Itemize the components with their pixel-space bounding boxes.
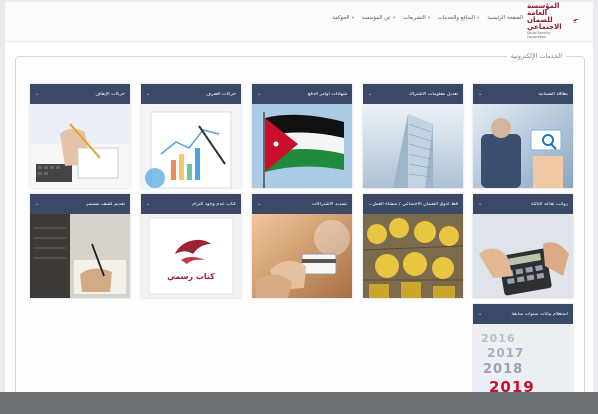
- service-card-submit-statement[interactable]: ⌄ تقديم كشف مستمر: [30, 194, 130, 298]
- chevron-down-icon: ⌄: [368, 91, 373, 97]
- jordan-flag-icon: [252, 104, 352, 188]
- card-label: تقديم كشف مستمر: [85, 201, 125, 207]
- nav-item-label: المنافع والخدمات: [438, 15, 475, 21]
- main-nav: الصفحة الرئيسية المنافع والخدمات ▾ التشر…: [332, 15, 523, 21]
- chevron-down-icon: ⌄: [146, 201, 151, 207]
- chevron-down-icon: ▾: [351, 15, 354, 21]
- card-header: ⌄ رواتب تقاعد الثالثة: [473, 194, 573, 214]
- chevron-down-icon: ⌄: [478, 311, 483, 317]
- card-label: خدمة الحافظ لذوي الضمان الاجتماعي / منشأ…: [372, 201, 458, 207]
- card-image: [30, 214, 130, 298]
- service-card-third-pension[interactable]: ⌄ رواتب تقاعد الثالثة: [473, 194, 573, 298]
- nav-item-home[interactable]: الصفحة الرئيسية: [487, 15, 523, 21]
- service-card-previous-years-inquiry[interactable]: ⌄ استعلام بيانات سنوات سابقة 2016 2017 2…: [473, 304, 573, 400]
- card-image: [141, 104, 241, 188]
- service-card-insurance-establishment[interactable]: ⌄ خدمة الحافظ لذوي الضمان الاجتماعي / من…: [363, 194, 463, 298]
- logo-english-text: Social Security Corporation: [527, 31, 551, 39]
- chevron-down-icon: ▾: [427, 15, 431, 21]
- card-label: كتاب عدم وجود التزام: [192, 201, 236, 207]
- card-image: [363, 214, 463, 298]
- card-image: [473, 104, 573, 188]
- year-text: 2017: [487, 346, 525, 360]
- nav-item-about[interactable]: عن المؤسسة ▾: [362, 15, 395, 21]
- chevron-down-icon: ⌄: [478, 201, 483, 207]
- service-card-pay-contributions[interactable]: ⌄ تسديد الاشتراكات: [252, 194, 352, 298]
- service-card-no-obligation-letter[interactable]: ⌄ كتاب عدم وجود التزام كتاب رسمي: [141, 194, 241, 298]
- card-image: [252, 104, 352, 188]
- card-header: ⌄ تقديم كشف مستمر: [30, 194, 130, 214]
- card-header: ⌄ تعديل معلومات الاشتراك: [363, 84, 463, 104]
- nav-item-label: التشريعات: [403, 15, 426, 21]
- service-card-edit-info[interactable]: ⌄ تعديل معلومات الاشتراك: [363, 84, 463, 188]
- bottom-overlay-bar: [0, 392, 598, 414]
- section-title: الخدمات الإلكترونية: [506, 52, 566, 60]
- card-header: ⌄ كتاب عدم وجود التزام: [141, 194, 241, 214]
- card-label: شهادات أوامر الدفع: [307, 91, 347, 97]
- nav-item-label: الصفحة الرئيسية: [487, 15, 523, 21]
- card-label: استعلام بيانات سنوات سابقة: [511, 311, 568, 317]
- service-card-security-card[interactable]: ⌄ بطاقة الضمانية: [473, 84, 573, 188]
- chevron-down-icon: ⌄: [257, 91, 262, 97]
- logo[interactable]: المؤسسة العامة للضمان الاجتماعي Social S…: [527, 3, 579, 38]
- chevron-down-icon: ▾: [476, 15, 480, 21]
- chevron-down-icon: ⌄: [146, 91, 151, 97]
- card-label: تعديل معلومات الاشتراك: [408, 91, 458, 97]
- service-card-disbursements[interactable]: ⌄ حركات الصرف: [141, 84, 241, 188]
- card-label: تسديد الاشتراكات: [311, 201, 347, 207]
- card-label: حركات الإيقاف: [95, 91, 125, 97]
- card-label: رواتب تقاعد الثالثة: [531, 201, 568, 207]
- card-header: ⌄ تسديد الاشتراكات: [252, 194, 352, 214]
- official-letter-caption: كتاب رسمي: [167, 272, 215, 281]
- nav-item-services[interactable]: المنافع والخدمات ▾: [438, 15, 479, 21]
- card-header: ⌄ حركات الإيقاف: [30, 84, 130, 104]
- logo-bird-icon: [572, 19, 579, 24]
- site-header: الصفحة الرئيسية المنافع والخدمات ▾ التشر…: [5, 2, 593, 42]
- card-label: بطاقة الضمانية: [538, 91, 568, 97]
- card-header: ⌄ بطاقة الضمانية: [473, 84, 573, 104]
- card-image: 2016 2017 2018 2019: [473, 324, 573, 400]
- logo-arabic-text: المؤسسة العامة للضمان الاجتماعي: [527, 2, 562, 32]
- card-image: [30, 104, 130, 188]
- card-image: [473, 214, 573, 298]
- card-header: ⌄ حركات الصرف: [141, 84, 241, 104]
- chevron-down-icon: ⌄: [478, 91, 483, 97]
- year-text: 2018: [483, 362, 524, 377]
- chevron-down-icon: ▾: [393, 15, 396, 21]
- nav-item-legislation[interactable]: التشريعات ▾: [403, 15, 430, 21]
- card-image: [252, 214, 352, 298]
- nav-item-label: الحوكمة: [332, 15, 350, 21]
- card-header: ⌄ استعلام بيانات سنوات سابقة: [473, 304, 573, 324]
- nav-item-governance[interactable]: الحوكمة ▾: [332, 15, 354, 21]
- chevron-down-icon: ⌄: [35, 201, 40, 207]
- service-card-payment-orders[interactable]: ⌄ شهادات أوامر الدفع: [252, 84, 352, 188]
- card-image: كتاب رسمي: [141, 214, 241, 298]
- service-card-stoppage[interactable]: ⌄ حركات الإيقاف: [30, 84, 130, 188]
- card-header: ⌄ شهادات أوامر الدفع: [252, 84, 352, 104]
- chevron-down-icon: ⌄: [257, 201, 262, 207]
- year-text: 2016: [481, 332, 516, 345]
- chevron-down-icon: ⌄: [35, 91, 40, 97]
- card-header: ⌄ خدمة الحافظ لذوي الضمان الاجتماعي / من…: [363, 194, 463, 214]
- card-label: حركات الصرف: [206, 91, 236, 97]
- nav-item-label: عن المؤسسة: [361, 15, 391, 21]
- card-image: [363, 104, 463, 188]
